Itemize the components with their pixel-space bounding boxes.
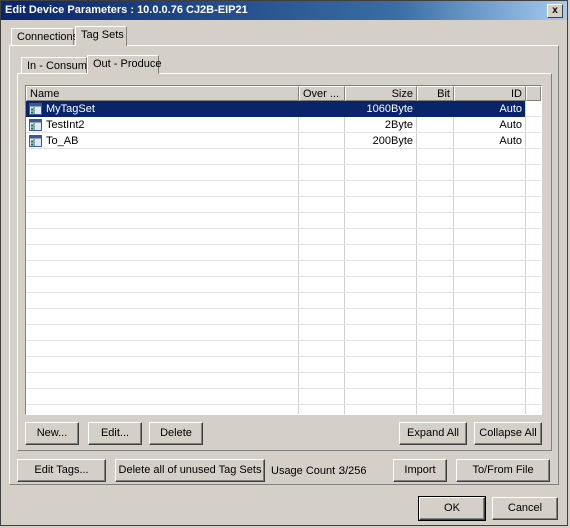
cell-bit xyxy=(416,133,453,149)
cell-id: Auto xyxy=(453,101,525,117)
grid-line xyxy=(26,244,541,245)
close-button[interactable]: x xyxy=(547,4,563,18)
grid-line xyxy=(26,340,541,341)
grid-line xyxy=(26,308,541,309)
tagset-icon xyxy=(29,135,42,147)
cell-size: 200Byte xyxy=(372,135,413,147)
grid-line xyxy=(26,372,541,373)
cell-name: TestInt2 xyxy=(46,119,85,131)
cell-over xyxy=(298,133,344,149)
import-button[interactable]: Import xyxy=(393,459,447,482)
grid-line xyxy=(26,356,541,357)
expand-all-button[interactable]: Expand All xyxy=(399,422,467,445)
cell-id: Auto xyxy=(499,135,522,147)
table-row[interactable]: To_AB 200Byte Auto xyxy=(26,133,541,149)
usage-count-label: Usage Count : xyxy=(271,465,342,477)
grid-line xyxy=(26,260,541,261)
delete-button[interactable]: Delete xyxy=(149,422,203,445)
cell-bit xyxy=(416,101,453,117)
cancel-button[interactable]: Cancel xyxy=(492,497,558,520)
column-header-bit[interactable]: Bit xyxy=(417,86,454,101)
tab-out-produce[interactable]: Out - Produce xyxy=(87,55,161,74)
edit-button[interactable]: Edit... xyxy=(88,422,142,445)
edit-tags-button[interactable]: Edit Tags... xyxy=(17,459,106,482)
usage-count-value: 3/256 xyxy=(339,465,367,477)
tab-connections[interactable]: Connections xyxy=(11,28,78,45)
tab-tag-sets[interactable]: Tag Sets xyxy=(75,26,127,46)
cell-over xyxy=(298,101,344,117)
grid-line xyxy=(26,180,541,181)
column-header-filler xyxy=(526,86,541,101)
new-button[interactable]: New... xyxy=(25,422,79,445)
tagset-icon xyxy=(29,103,42,115)
column-header-size[interactable]: Size xyxy=(345,86,417,101)
grid-line xyxy=(26,276,541,277)
table-row[interactable]: MyTagSet 1060Byte Auto xyxy=(26,101,541,117)
column-header-id[interactable]: ID xyxy=(454,86,526,101)
grid-line xyxy=(26,228,541,229)
cell-size: 1060Byte xyxy=(344,101,416,117)
grid-line xyxy=(26,388,541,389)
cell-over xyxy=(298,117,344,133)
table-row[interactable]: TestInt2 2Byte Auto xyxy=(26,117,541,133)
tagset-icon xyxy=(29,119,42,131)
grid-line xyxy=(26,292,541,293)
grid-line xyxy=(26,212,541,213)
column-header-name[interactable]: Name xyxy=(26,86,299,101)
ok-button[interactable]: OK xyxy=(418,496,486,521)
collapse-all-button[interactable]: Collapse All xyxy=(474,422,542,445)
grid-line xyxy=(26,196,541,197)
window-title: Edit Device Parameters : 10.0.0.76 CJ2B-… xyxy=(5,4,248,16)
edit-device-parameters-dialog: Edit Device Parameters : 10.0.0.76 CJ2B-… xyxy=(0,0,568,526)
grid-line xyxy=(26,324,541,325)
grid-line xyxy=(26,404,541,405)
cell-size: 2Byte xyxy=(384,119,413,131)
cell-bit xyxy=(416,117,453,133)
to-from-file-button[interactable]: To/From File xyxy=(456,459,550,482)
tab-in-consume[interactable]: In - Consume xyxy=(21,57,93,74)
title-bar[interactable]: Edit Device Parameters : 10.0.0.76 CJ2B-… xyxy=(1,1,567,20)
tag-set-list[interactable]: Name Over ... Size Bit ID MyTagSet 1060B… xyxy=(25,85,542,415)
cell-name: MyTagSet xyxy=(26,101,298,117)
cell-name: To_AB xyxy=(46,135,79,147)
column-header-over[interactable]: Over ... xyxy=(299,86,345,101)
delete-unused-tag-sets-button[interactable]: Delete all of unused Tag Sets xyxy=(115,459,265,482)
grid-line xyxy=(26,164,541,165)
cell-id: Auto xyxy=(499,119,522,131)
